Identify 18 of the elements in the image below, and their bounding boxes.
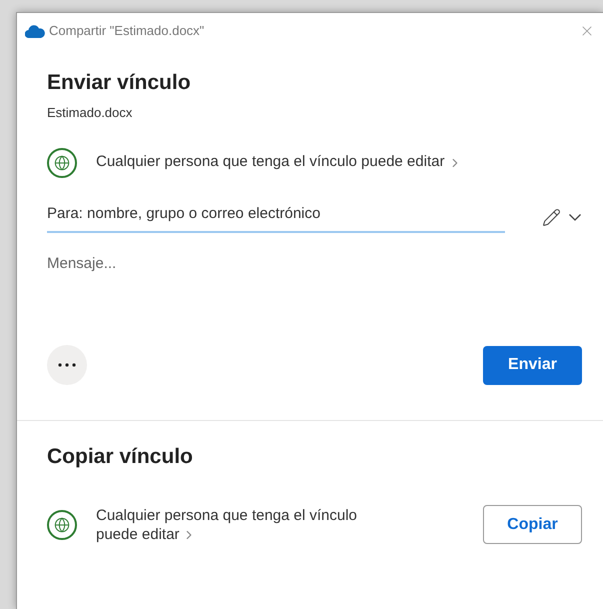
permission-link[interactable]: Cualquier persona que tenga el vínculo puede editar <box>47 148 462 178</box>
recipient-field[interactable]: Para: nombre, grupo o correo electrónico <box>47 202 505 233</box>
chevron-down-icon <box>569 214 581 222</box>
more-options-button[interactable] <box>47 345 87 385</box>
globe-icon <box>47 148 77 178</box>
pencil-icon <box>542 208 561 228</box>
cloud-icon <box>25 24 45 38</box>
globe-icon <box>47 510 77 540</box>
message-field[interactable]: Mensaje... <box>47 253 573 323</box>
permission-link[interactable]: Cualquier persona que tenga el vínculo puede editar <box>47 506 386 544</box>
send-button[interactable]: Enviar <box>483 346 582 384</box>
copy-button[interactable]: Copiar <box>483 505 582 544</box>
section-heading: Copiar vínculo <box>47 444 194 470</box>
file-name: Estimado.docx <box>47 104 134 122</box>
window-title: Compartir "Estimado.docx" <box>49 22 204 40</box>
section-heading: Enviar vínculo <box>47 70 192 96</box>
more-icon <box>58 363 76 367</box>
permission-dropdown[interactable] <box>542 208 581 228</box>
